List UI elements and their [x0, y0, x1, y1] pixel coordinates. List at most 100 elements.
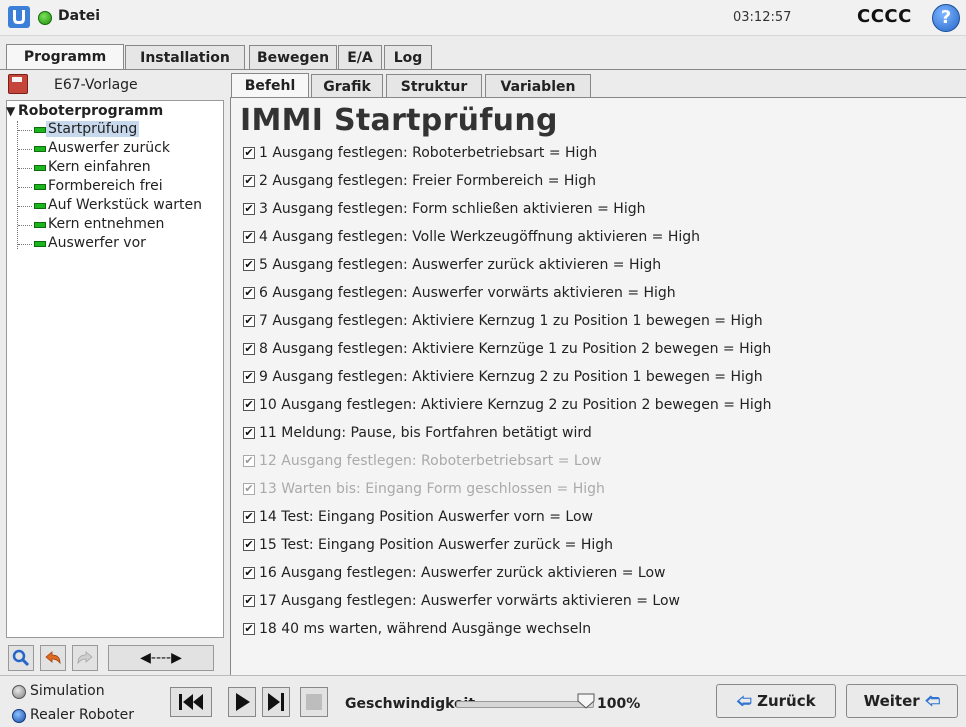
next-button[interactable]: Weiter 🢢 — [846, 684, 958, 718]
simulation-radio[interactable] — [12, 685, 26, 699]
tree-root-label[interactable]: Roboterprogramm — [18, 103, 163, 119]
checkbox[interactable]: ✔ — [243, 623, 255, 635]
tree-item-label: Kern entnehmen — [48, 216, 165, 232]
tree-item-startpruefung[interactable]: Startprüfung — [18, 121, 218, 139]
skip-to-start-button[interactable] — [170, 687, 212, 717]
checkbox[interactable]: ✔ — [243, 259, 255, 271]
tree-connector — [18, 168, 32, 169]
command-line[interactable]: ✔ 9 Ausgang festlegen: Aktiviere Kernzug … — [243, 369, 943, 387]
program-node-icon — [34, 127, 46, 133]
checkbox[interactable]: ✔ — [243, 567, 255, 579]
search-button[interactable] — [8, 645, 34, 671]
node-move-arrows[interactable]: ◀----▶ — [108, 645, 214, 671]
back-button[interactable]: 🢠 Zurück — [716, 684, 836, 718]
tree-item-label: Auswerfer zurück — [48, 140, 170, 156]
tab-variablen[interactable]: Variablen — [485, 74, 591, 98]
tab-befehl[interactable]: Befehl — [231, 73, 309, 99]
tree-item-kern-einfahren[interactable]: Kern einfahren — [18, 159, 218, 177]
program-node-icon — [34, 184, 46, 190]
tree-connector — [18, 206, 32, 207]
play-icon — [236, 693, 250, 711]
tree-item-formbereich-frei[interactable]: Formbereich frei — [18, 178, 218, 196]
tab-bewegen[interactable]: Bewegen — [249, 45, 337, 69]
command-line[interactable]: ✔ 6 Ausgang festlegen: Auswerfer vorwärts… — [243, 285, 943, 303]
checkbox[interactable]: ✔ — [243, 511, 255, 523]
command-line[interactable]: ✔ 16 Ausgang festlegen: Auswerfer zurück … — [243, 565, 943, 583]
save-icon[interactable] — [8, 74, 28, 94]
command-text: 5 Ausgang festlegen: Auswerfer zurück ak… — [259, 257, 662, 273]
next-label: Weiter — [863, 692, 920, 710]
command-line[interactable]: ✔ 13 Warten bis: Eingang Form geschlossen… — [243, 481, 943, 499]
ur-logo-icon[interactable] — [8, 6, 30, 28]
speed-slider-thumb-icon[interactable] — [577, 693, 595, 709]
expand-arrow-icon[interactable]: ▼ — [6, 104, 15, 118]
arrow-right-icon: 🢢 — [924, 692, 941, 710]
undo-button[interactable] — [40, 645, 66, 671]
checkbox[interactable]: ✔ — [243, 231, 255, 243]
tab-grafik[interactable]: Grafik — [311, 74, 383, 98]
command-line[interactable]: ✔ 7 Ausgang festlegen: Aktiviere Kernzug … — [243, 313, 943, 331]
command-line[interactable]: ✔ 14 Test: Eingang Position Auswerfer vor… — [243, 509, 943, 527]
speed-slider[interactable] — [456, 701, 594, 708]
command-line[interactable]: ✔ 1 Ausgang festlegen: Roboterbetriebsart… — [243, 145, 943, 163]
checkbox[interactable]: ✔ — [243, 427, 255, 439]
checkbox[interactable]: ✔ — [243, 539, 255, 551]
checkbox[interactable]: ✔ — [243, 595, 255, 607]
redo-button[interactable] — [72, 645, 98, 671]
command-line[interactable]: ✔ 12 Ausgang festlegen: Roboterbetriebsar… — [243, 453, 943, 471]
status-green-dot-icon — [38, 11, 52, 25]
simulation-label[interactable]: Simulation — [30, 683, 105, 699]
tab-programm[interactable]: Programm — [6, 44, 124, 70]
command-text: 11 Meldung: Pause, bis Fortfahren betäti… — [259, 425, 592, 441]
skip-to-start-icon — [179, 694, 203, 710]
play-button[interactable] — [228, 687, 256, 717]
command-line[interactable]: ✔ 11 Meldung: Pause, bis Fortfahren betät… — [243, 425, 943, 443]
command-line[interactable]: ✔ 2 Ausgang festlegen: Freier Formbereich… — [243, 173, 943, 191]
command-line[interactable]: ✔ 10 Ausgang festlegen: Aktiviere Kernzug… — [243, 397, 943, 415]
command-text: 7 Ausgang festlegen: Aktiviere Kernzug 1… — [259, 313, 763, 329]
checkbox[interactable]: ✔ — [243, 483, 255, 495]
command-line[interactable]: ✔ 15 Test: Eingang Position Auswerfer zur… — [243, 537, 943, 555]
command-text: 18 40 ms warten, während Ausgänge wechse… — [259, 621, 592, 637]
checkbox[interactable]: ✔ — [243, 371, 255, 383]
tree-item-auswerfer-vor[interactable]: Auswerfer vor — [18, 235, 218, 253]
real-robot-radio[interactable] — [12, 709, 26, 723]
checkbox[interactable]: ✔ — [243, 203, 255, 215]
checkbox[interactable]: ✔ — [243, 343, 255, 355]
command-line[interactable]: ✔ 4 Ausgang festlegen: Volle Werkzeugöffn… — [243, 229, 943, 247]
command-line[interactable]: ✔ 18 40 ms warten, während Ausgänge wechs… — [243, 621, 943, 639]
program-node-icon — [34, 203, 46, 209]
checkbox[interactable]: ✔ — [243, 287, 255, 299]
tree-item-auswerfer-zurueck[interactable]: Auswerfer zurück — [18, 140, 218, 158]
checkbox[interactable]: ✔ — [243, 315, 255, 327]
command-text: 16 Ausgang festlegen: Auswerfer zurück a… — [259, 565, 666, 581]
checkbox[interactable]: ✔ — [243, 147, 255, 159]
tree-connector — [18, 149, 32, 150]
command-text: 2 Ausgang festlegen: Freier Formbereich … — [259, 173, 597, 189]
step-button[interactable] — [262, 687, 290, 717]
command-text: 1 Ausgang festlegen: Roboterbetriebsart … — [259, 145, 598, 161]
checkbox[interactable]: ✔ — [243, 455, 255, 467]
tab-struktur[interactable]: Struktur — [386, 74, 482, 98]
command-line[interactable]: ✔ 8 Ausgang festlegen: Aktiviere Kernzüge… — [243, 341, 943, 359]
command-line[interactable]: ✔ 17 Ausgang festlegen: Auswerfer vorwärt… — [243, 593, 943, 611]
command-text: 15 Test: Eingang Position Auswerfer zurü… — [259, 537, 614, 553]
help-icon[interactable]: ? — [932, 4, 960, 32]
tree-item-label: Formbereich frei — [48, 178, 163, 194]
tab-ea[interactable]: E/A — [338, 45, 382, 69]
checkbox[interactable]: ✔ — [243, 399, 255, 411]
command-line[interactable]: ✔ 5 Ausgang festlegen: Auswerfer zurück a… — [243, 257, 943, 275]
command-text: 8 Ausgang festlegen: Aktiviere Kernzüge … — [259, 341, 772, 357]
bottom-divider — [0, 675, 966, 676]
tree-item-auf-werkstueck-warten[interactable]: Auf Werkstück warten — [18, 197, 218, 215]
checkbox[interactable]: ✔ — [243, 175, 255, 187]
tree-connector — [18, 225, 32, 226]
tab-installation[interactable]: Installation — [125, 45, 245, 69]
command-line[interactable]: ✔ 3 Ausgang festlegen: Form schließen akt… — [243, 201, 943, 219]
node-title: IMMI Startprüfung — [240, 103, 558, 138]
tab-log[interactable]: Log — [384, 45, 432, 69]
real-robot-label[interactable]: Realer Roboter — [30, 707, 134, 723]
tree-item-kern-entnehmen[interactable]: Kern entnehmen — [18, 216, 218, 234]
stop-button[interactable] — [300, 687, 328, 717]
file-menu-title[interactable]: Datei — [58, 8, 100, 24]
